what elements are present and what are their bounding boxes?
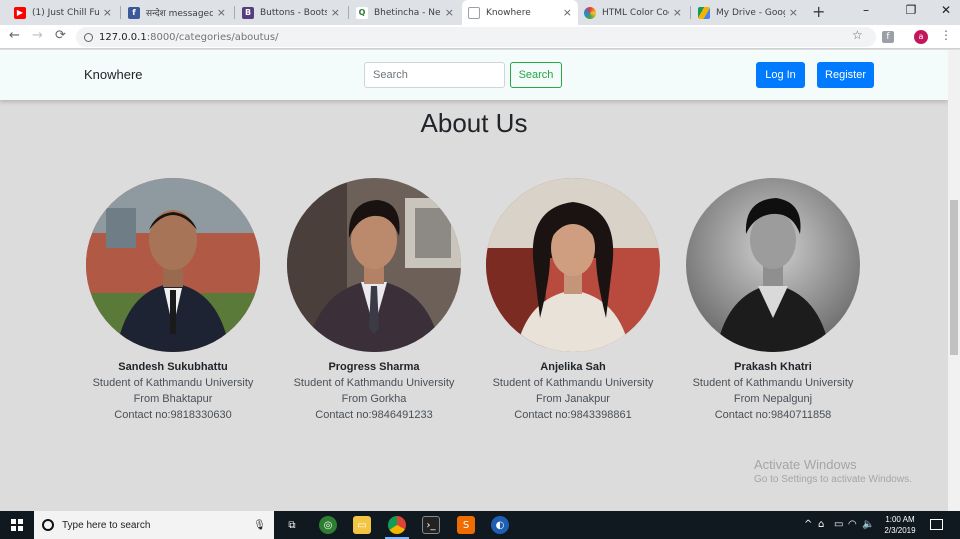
battery-icon[interactable]: ▭ — [834, 519, 843, 530]
member-name: Sandesh Sukubhattu — [118, 361, 228, 373]
youtube-icon: ▶ — [14, 6, 26, 19]
member-from: From Gorkha — [341, 393, 407, 405]
member-contact: Contact no:9846491233 — [315, 409, 433, 421]
windows-taskbar: Type here to search 🎙 ⧉ ◎ ▭ ›_ S ◐ ^ ⌂ ▭… — [0, 511, 960, 539]
browser-tab[interactable]: HTML Color Codes × — [578, 0, 688, 25]
reload-icon[interactable]: ⟳ — [55, 28, 66, 43]
close-icon[interactable]: × — [789, 6, 798, 19]
close-icon[interactable]: × — [217, 6, 226, 19]
site-navbar: Knowhere Search Log In Register — [0, 50, 948, 100]
task-view-icon[interactable]: ⧉ — [283, 516, 301, 534]
volume-icon[interactable]: 🔈 — [862, 519, 874, 530]
page-icon — [468, 6, 480, 19]
page-title: About Us — [420, 108, 528, 138]
notifications-icon[interactable] — [930, 519, 943, 530]
app-globe-icon[interactable]: ◎ — [319, 516, 337, 534]
scrollbar-thumb[interactable] — [950, 200, 958, 355]
member-name: Anjelika Sah — [540, 361, 606, 373]
member-contact: Contact no:9818330630 — [114, 409, 232, 421]
member-study: Student of Kathmandu University — [293, 377, 455, 389]
browser-menu-icon[interactable]: ⋮ — [940, 28, 952, 42]
sublime-text-icon[interactable]: S — [457, 516, 475, 534]
member-from: From Nepalgunj — [733, 393, 813, 405]
login-button[interactable]: Log In — [756, 62, 805, 88]
bootstrap-icon: B — [242, 6, 254, 19]
terminal-icon[interactable]: ›_ — [422, 516, 440, 534]
browser-tab[interactable]: My Drive - Google × — [692, 0, 804, 25]
member-photo — [86, 178, 260, 352]
member-photo — [287, 178, 461, 352]
browser-tab[interactable]: f सन्देश messaged fr × — [122, 0, 232, 25]
wifi-icon[interactable]: ◠ — [848, 519, 857, 530]
page-scrollbar[interactable] — [948, 50, 960, 511]
member-photo — [486, 178, 660, 352]
taskbar-search-box[interactable]: Type here to search 🎙 — [34, 511, 274, 539]
facebook-extension-icon[interactable]: f — [882, 31, 894, 43]
team-member-card: Anjelika Sah Student of Kathmandu Univer… — [478, 178, 668, 421]
team-member-card: Prakash Khatri Student of Kathmandu Univ… — [678, 178, 868, 421]
close-icon[interactable]: × — [563, 6, 572, 19]
colorwheel-icon — [584, 6, 596, 19]
address-bar[interactable]: 127.0.0.1:8000/categories/aboutus/ — [76, 27, 876, 47]
forward-icon[interactable]: → — [32, 28, 43, 43]
search-input[interactable] — [364, 62, 505, 88]
register-button[interactable]: Register — [817, 62, 874, 88]
back-icon[interactable]: ← — [9, 28, 20, 43]
app-icon[interactable]: ◐ — [491, 516, 509, 534]
new-tab-icon[interactable]: + — [812, 2, 825, 21]
activate-windows-watermark: Activate Windows Go to Settings to activ… — [754, 457, 912, 485]
close-window-icon[interactable]: ✕ — [936, 3, 956, 17]
file-explorer-icon[interactable]: ▭ — [353, 516, 371, 534]
info-icon[interactable] — [84, 32, 93, 42]
member-from: From Bhaktapur — [133, 393, 213, 405]
member-from: From Janakpur — [536, 393, 610, 405]
member-study: Student of Kathmandu University — [92, 377, 254, 389]
chrome-icon[interactable] — [388, 516, 406, 534]
member-study: Student of Kathmandu University — [692, 377, 854, 389]
windows-start-icon[interactable] — [11, 519, 23, 531]
member-contact: Contact no:9843398861 — [514, 409, 632, 421]
taskbar-clock[interactable]: 1:00 AM 2/3/2019 — [878, 514, 922, 536]
network-icon[interactable]: ⌂ — [818, 519, 824, 530]
browser-toolbar: ← → ⟳ 127.0.0.1:8000/categories/aboutus/… — [0, 25, 960, 49]
bookmark-star-icon[interactable]: ☆ — [852, 28, 863, 42]
member-name: Progress Sharma — [328, 361, 420, 373]
microphone-icon[interactable]: 🎙 — [253, 520, 266, 531]
minimize-icon[interactable]: – — [856, 3, 876, 17]
team-member-card: Progress Sharma Student of Kathmandu Uni… — [279, 178, 469, 421]
close-icon[interactable]: × — [103, 6, 112, 19]
member-study: Student of Kathmandu University — [492, 377, 654, 389]
drive-icon — [698, 6, 710, 19]
tray-chevron-icon[interactable]: ^ — [804, 519, 812, 530]
member-contact: Contact no:9840711858 — [714, 409, 832, 421]
cortana-icon — [42, 519, 54, 531]
page-viewport: Knowhere Search Log In Register About Us… — [0, 50, 948, 511]
profile-avatar[interactable]: a — [914, 30, 928, 44]
browser-tab-active[interactable]: Knowhere × — [462, 0, 578, 25]
member-photo — [686, 178, 860, 352]
browser-tab[interactable]: ▶ (1) Just Chill Full H × — [8, 0, 118, 25]
team-member-card: Sandesh Sukubhattu Student of Kathmandu … — [78, 178, 268, 421]
member-name: Prakash Khatri — [734, 361, 812, 373]
brand-logo[interactable]: Knowhere — [84, 67, 143, 82]
browser-tab-bar: ▶ (1) Just Chill Full H × f सन्देश messa… — [0, 0, 960, 25]
restore-icon[interactable]: ❐ — [901, 3, 921, 17]
search-button[interactable]: Search — [510, 62, 562, 88]
facebook-icon: f — [128, 6, 140, 19]
qfind-icon: Q — [356, 6, 368, 19]
close-icon[interactable]: × — [331, 6, 340, 19]
browser-tab[interactable]: B Buttons - Bootstrap × — [236, 0, 346, 25]
close-icon[interactable]: × — [673, 6, 682, 19]
browser-tab[interactable]: Q Bhetincha - New & × — [350, 0, 460, 25]
close-icon[interactable]: × — [445, 6, 454, 19]
